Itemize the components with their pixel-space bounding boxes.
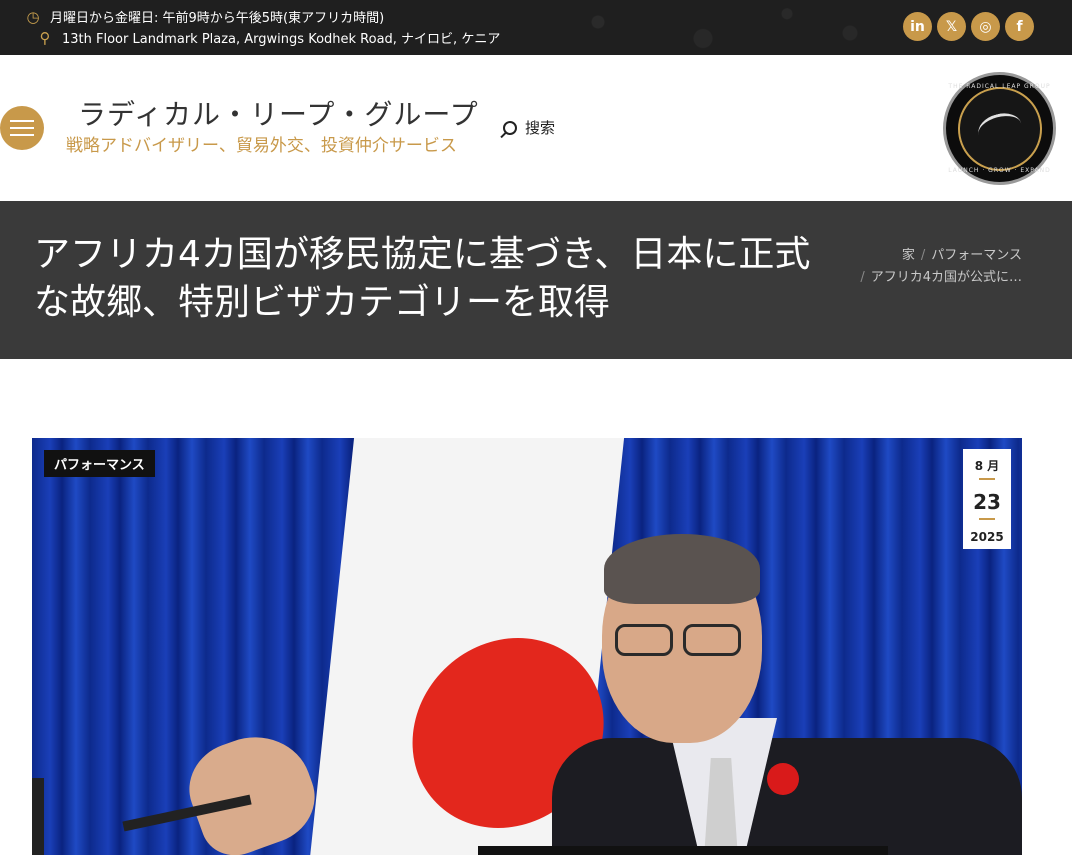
search-icon (503, 120, 517, 135)
top-info-bar: ◷ 月曜日から金曜日: 午前9時から午後5時(東アフリカ時間) ⚲ 13th F… (0, 0, 1072, 55)
logo-arc (974, 108, 1025, 149)
map-pin-icon: ⚲ (39, 28, 51, 47)
post-date-box: 8 月 23 2025 (963, 449, 1011, 549)
microphone-stand (32, 778, 44, 855)
menu-line (10, 134, 34, 136)
clock-icon: ◷ (26, 7, 40, 26)
instagram-icon[interactable]: ◎ (971, 12, 1000, 41)
site-logo[interactable]: THE RADICAL LEAP GROUP LAUNCH · GROW · E… (943, 72, 1056, 185)
post-date-year: 2025 (970, 530, 1004, 544)
date-divider (979, 518, 995, 520)
featured-image[interactable] (32, 438, 1022, 855)
social-links: in 𝕏 ◎ f (903, 12, 1034, 41)
business-hours: ◷ 月曜日から金曜日: 午前9時から午後5時(東アフリカ時間) (24, 7, 385, 27)
logo-top-text: THE RADICAL LEAP GROUP (948, 83, 1051, 90)
linkedin-icon[interactable]: in (903, 12, 932, 41)
page-title: アフリカ4カ国が移民協定に基づき、日本に正式な故郷、特別ビザカテゴリーを取得 (34, 234, 811, 323)
site-title[interactable]: ラディカル・リープ・グループ (78, 93, 479, 133)
post-date-month: 8 月 (974, 459, 1000, 473)
glasses-lens (615, 624, 673, 656)
business-hours-text: 月曜日から金曜日: 午前9時から午後5時(東アフリカ時間) (50, 11, 385, 26)
site-header: ラディカル・リープ・グループ 戦略アドバイザリー、貿易外交、投資仲介サービス 搜… (0, 55, 1072, 201)
breadcrumb-row-1: 家 / パフォーマンス (842, 245, 1022, 267)
glasses-lens (683, 624, 741, 656)
page-title-band: アフリカ4カ国が移民協定に基づき、日本に正式な故郷、特別ビザカテゴリーを取得 家… (0, 201, 1072, 359)
breadcrumb-category[interactable]: パフォーマンス (931, 248, 1022, 263)
speaker-hair (604, 534, 760, 604)
lapel-flower (767, 763, 799, 795)
logo-bottom-text: LAUNCH · GROW · EXPAND (948, 167, 1051, 174)
breadcrumb-separator: / (860, 270, 865, 285)
post-date-day: 23 (973, 490, 1001, 514)
decorative-pattern (472, 0, 892, 55)
search-button[interactable]: 搜索 (503, 117, 555, 138)
breadcrumb-separator: / (920, 248, 926, 263)
site-tagline: 戦略アドバイザリー、貿易外交、投資仲介サービス (66, 136, 457, 156)
date-divider (979, 478, 995, 480)
breadcrumb: 家 / パフォーマンス / アフリカ4カ国が公式に… (842, 245, 1022, 289)
hamburger-menu-button[interactable] (0, 106, 44, 150)
search-label: 搜索 (525, 119, 556, 137)
speaker-glasses (607, 624, 757, 658)
menu-line (10, 120, 34, 122)
category-badge[interactable]: パフォーマンス (44, 450, 155, 477)
speaker-suit (552, 738, 1022, 855)
x-twitter-icon[interactable]: 𝕏 (937, 12, 966, 41)
podium-edge (478, 846, 888, 855)
breadcrumb-current: アフリカ4カ国が公式に… (870, 270, 1022, 285)
office-address: ⚲ 13th Floor Landmark Plaza, Argwings Ko… (36, 28, 501, 48)
speaker-hand (176, 720, 328, 855)
facebook-icon[interactable]: f (1005, 12, 1034, 41)
office-address-text: 13th Floor Landmark Plaza, Argwings Kodh… (62, 32, 501, 47)
logo-emblem (957, 86, 1042, 171)
breadcrumb-row-2: / アフリカ4カ国が公式に… (842, 267, 1022, 289)
menu-line (10, 127, 34, 129)
breadcrumb-home[interactable]: 家 (902, 248, 915, 263)
